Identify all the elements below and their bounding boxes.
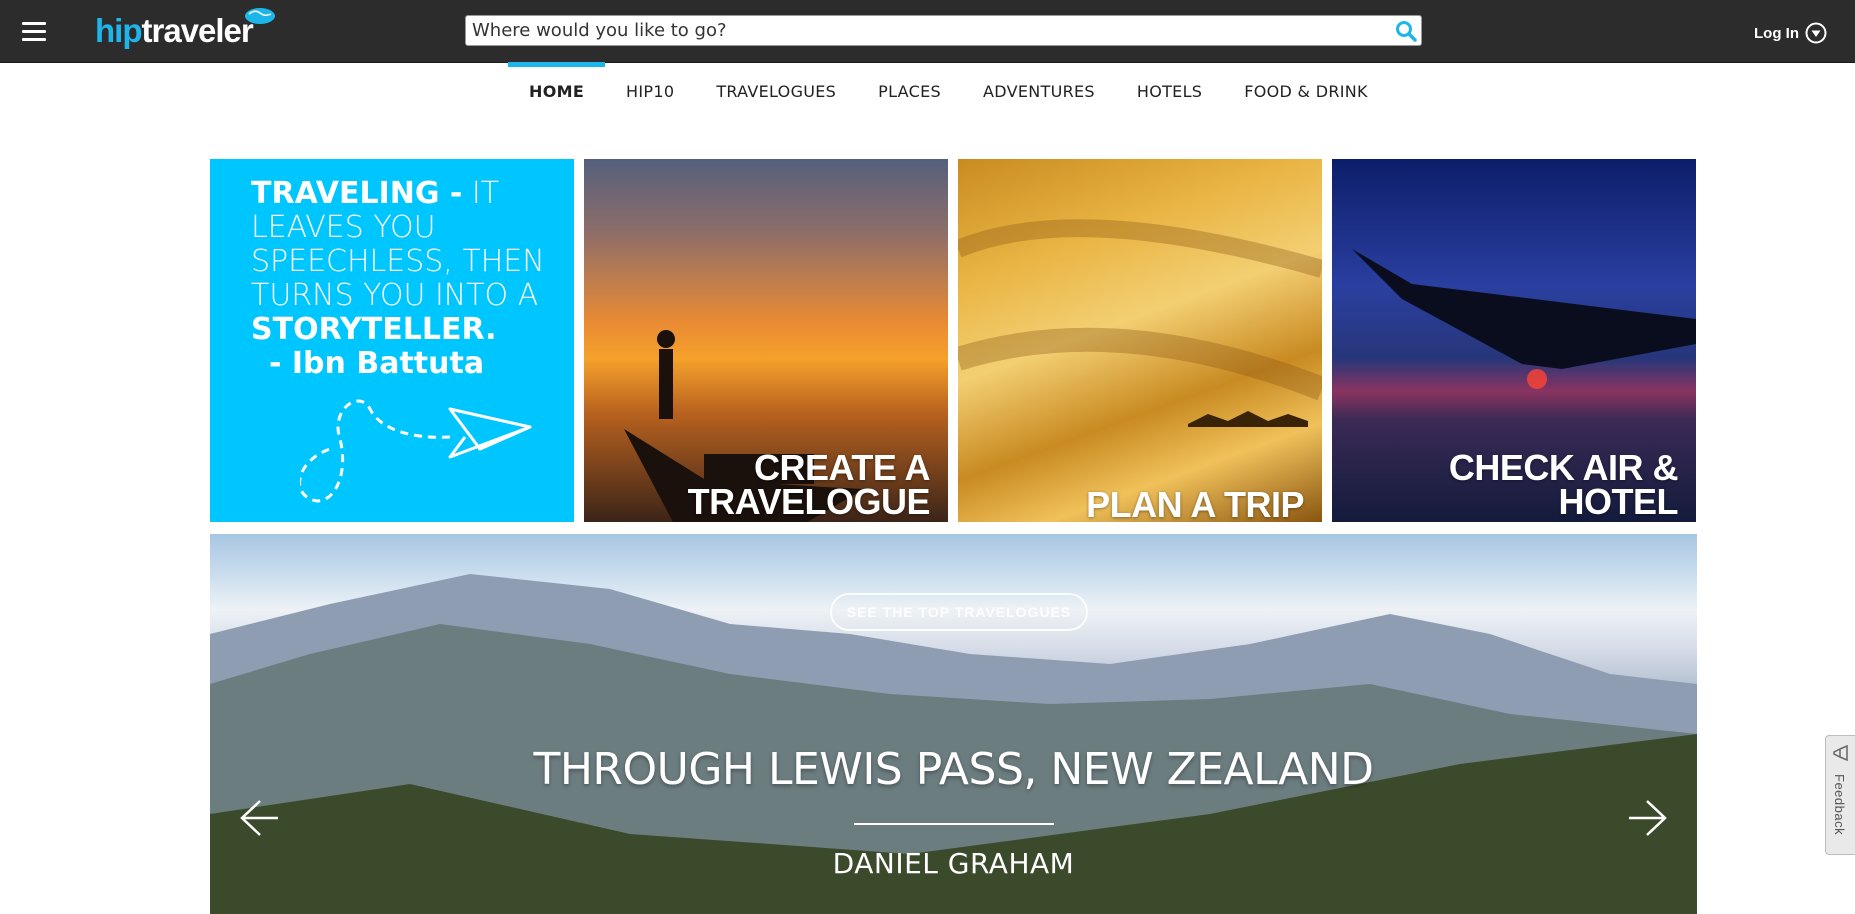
quote-bold-2: STORYTELLER. <box>251 312 497 347</box>
login-label: Log In <box>1754 24 1799 42</box>
arrow-left-icon[interactable] <box>238 797 280 839</box>
quote-bold-1: TRAVELING - <box>251 176 463 211</box>
tab-hip10[interactable]: HIP10 <box>605 62 695 124</box>
top-bar: hiptraveler Log In <box>0 0 1855 63</box>
logo[interactable]: hiptraveler <box>95 8 295 50</box>
create-line-1: CREATE A <box>754 447 931 488</box>
desert-dunes-image <box>958 219 1322 427</box>
tab-hotels[interactable]: HOTELS <box>1116 62 1223 124</box>
feedback-tab[interactable]: Feedback <box>1825 735 1855 855</box>
menu-icon[interactable] <box>22 22 46 42</box>
search-icon[interactable] <box>1395 20 1417 42</box>
quote-author: - Ibn Battuta <box>269 346 485 381</box>
logo-traveler: traveler <box>141 12 253 49</box>
feedback-label: Feedback <box>1832 774 1847 836</box>
see-top-travelogues-button[interactable]: SEE THE TOP TRAVELOGUES <box>830 593 1088 631</box>
create-travelogue-tile[interactable]: CREATE A TRAVELOGUE <box>584 159 948 522</box>
paper-plane-icon <box>300 399 532 503</box>
search-input[interactable] <box>466 16 1378 45</box>
plan-trip-tile[interactable]: PLAN A TRIP <box>958 159 1322 522</box>
check-line-1: CHECK AIR & <box>1448 447 1679 488</box>
quote-text: TRAVELING - IT LEAVES YOU SPEECHLESS, TH… <box>251 177 551 381</box>
banner-author[interactable]: DANIEL GRAHAM <box>210 847 1697 880</box>
plan-line-1: PLAN A TRIP <box>1086 484 1304 523</box>
check-line-2: HOTEL <box>1558 481 1679 522</box>
plan-trip-caption: PLAN A TRIP <box>1086 484 1304 523</box>
search-box[interactable] <box>465 15 1422 46</box>
create-line-2: TRAVELOGUE <box>687 481 931 522</box>
tab-home[interactable]: HOME <box>508 62 606 124</box>
check-air-hotel-caption: CHECK AIR & HOTEL <box>1448 447 1679 522</box>
create-travelogue-caption: CREATE A TRAVELOGUE <box>687 447 931 522</box>
login-button[interactable]: Log In <box>1754 22 1827 44</box>
chevron-down-circle-icon <box>1805 22 1827 44</box>
check-air-hotel-tile[interactable]: CHECK AIR & HOTEL <box>1332 159 1696 522</box>
banner-divider <box>854 823 1054 825</box>
arrow-right-icon[interactable] <box>1627 797 1669 839</box>
feedback-icon <box>1833 744 1848 762</box>
featured-banner: SEE THE TOP TRAVELOGUES THROUGH LEWIS PA… <box>210 534 1697 914</box>
tab-places[interactable]: PLACES <box>857 62 962 124</box>
logo-hip: hip <box>95 12 142 49</box>
tab-food-drink[interactable]: FOOD & DRINK <box>1223 62 1389 124</box>
tab-adventures[interactable]: ADVENTURES <box>962 62 1116 124</box>
quote-tile: TRAVELING - IT LEAVES YOU SPEECHLESS, TH… <box>210 159 574 522</box>
main-nav: HOME HIP10 TRAVELOGUES PLACES ADVENTURES… <box>508 62 1389 124</box>
tab-travelogues[interactable]: TRAVELOGUES <box>695 62 857 124</box>
globe-icon <box>245 8 275 24</box>
banner-title[interactable]: THROUGH LEWIS PASS, NEW ZEALAND <box>210 744 1697 795</box>
